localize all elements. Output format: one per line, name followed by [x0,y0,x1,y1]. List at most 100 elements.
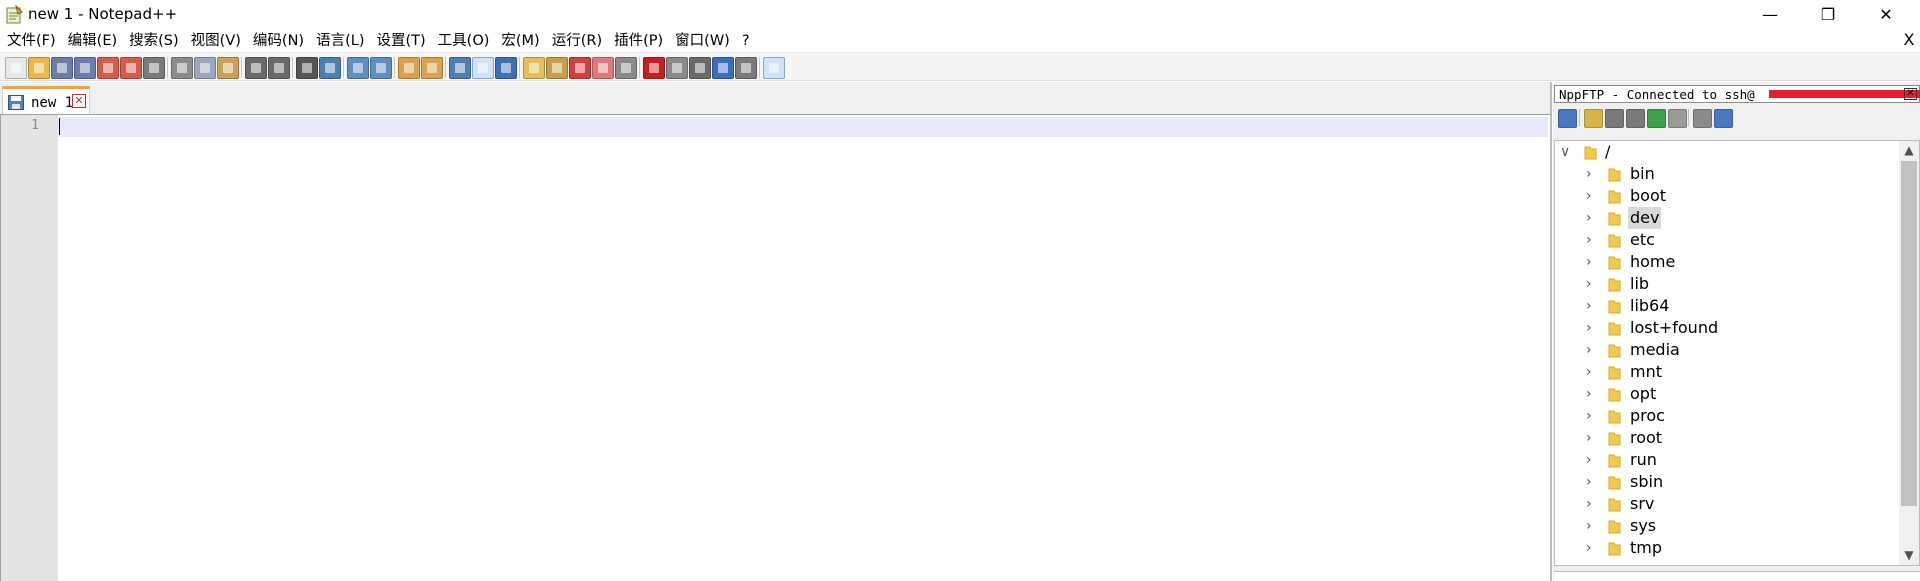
collapse-chevron-icon[interactable]: › [1586,230,1592,250]
collapse-chevron-icon[interactable]: › [1586,516,1592,536]
scroll-up-arrow-icon[interactable]: ▲ [1900,141,1918,160]
menu-file[interactable]: 文件(F) [0,30,61,52]
scroll-down-arrow-icon[interactable]: ▼ [1900,546,1918,565]
save-all-button[interactable] [74,57,96,79]
tree-item[interactable]: › tmp [1555,537,1901,559]
menu-search[interactable]: 搜索(S) [122,30,184,52]
menu-macro[interactable]: 宏(M) [494,30,544,52]
tree-item[interactable]: › srv [1555,493,1901,515]
tree-item[interactable]: › run [1555,449,1901,471]
open-file-button[interactable] [28,57,50,79]
maximize-button[interactable]: ❐ [1805,0,1851,29]
sync-horizontal-button[interactable] [421,57,443,79]
tree-item[interactable]: › sbin [1555,471,1901,493]
show-all-chars-button[interactable] [472,57,494,79]
replace-button[interactable] [319,57,341,79]
close-all-button[interactable] [120,57,142,79]
menu-plugins[interactable]: 插件(P) [607,30,668,52]
message-window-icon[interactable] [1714,109,1733,128]
tree-item[interactable]: › opt [1555,383,1901,405]
tree-item[interactable]: › etc [1555,229,1901,251]
close-button[interactable] [97,57,119,79]
tree-item[interactable]: › boot [1555,185,1901,207]
menu-language[interactable]: 语言(L) [309,30,369,52]
collapse-chevron-icon[interactable]: › [1586,406,1592,426]
collapse-chevron-icon[interactable]: › [1586,208,1592,228]
zoom-in-button[interactable] [347,57,369,79]
abort-icon[interactable] [1668,109,1687,128]
collapse-chevron-icon[interactable]: › [1586,494,1592,514]
menu-view[interactable]: 视图(V) [184,30,246,52]
collapse-chevron-icon[interactable]: › [1586,274,1592,294]
folder-workspace-button[interactable] [592,57,614,79]
sync-vertical-button[interactable] [398,57,420,79]
nppftp-button[interactable] [763,57,785,79]
undo-button[interactable] [245,57,267,79]
paste-button[interactable] [217,57,239,79]
scroll-thumb[interactable] [1901,161,1917,506]
panel-splitter[interactable] [1550,82,1552,581]
record-macro-button[interactable] [643,57,665,79]
expand-chevron-icon[interactable]: ∨ [1560,142,1570,162]
open-directory-icon[interactable] [1584,109,1603,128]
connect-icon[interactable] [1558,109,1577,128]
play-macro-button[interactable] [689,57,711,79]
function-list-button[interactable] [569,57,591,79]
print-button[interactable] [143,57,165,79]
save-button[interactable] [51,57,73,79]
collapse-chevron-icon[interactable]: › [1586,384,1592,404]
copy-button[interactable] [194,57,216,79]
cut-button[interactable] [171,57,193,79]
save-macro-button[interactable] [735,57,757,79]
close-document-button[interactable]: X [1900,29,1918,51]
tree-item[interactable]: › sys [1555,515,1901,537]
zoom-out-button[interactable] [370,57,392,79]
menu-window[interactable]: 窗口(W) [668,30,735,52]
tree-item[interactable]: › home [1555,251,1901,273]
download-icon[interactable] [1605,109,1624,128]
tree-item[interactable]: › media [1555,339,1901,361]
menu-settings[interactable]: 设置(T) [369,30,430,52]
new-file-button[interactable] [5,57,27,79]
remote-directory-tree[interactable]: ∨ / › bin › boot › dev › etc › home › lib › lib64 › lost+… [1554,140,1920,566]
refresh-icon[interactable] [1647,109,1666,128]
text-editor[interactable] [0,114,1550,581]
close-window-button[interactable]: ✕ [1863,0,1909,29]
monitoring-button[interactable] [615,57,637,79]
upload-icon[interactable] [1626,109,1645,128]
menu-run[interactable]: 运行(R) [545,30,607,52]
tree-item[interactable]: › proc [1555,405,1901,427]
settings-icon[interactable] [1693,109,1712,128]
collapse-chevron-icon[interactable]: › [1586,362,1592,382]
tree-item[interactable]: › dev [1555,207,1901,229]
tree-root-row[interactable]: ∨ / [1555,141,1901,163]
menu-tools[interactable]: 工具(O) [431,30,495,52]
tree-item[interactable]: › lib [1555,273,1901,295]
collapse-chevron-icon[interactable]: › [1586,450,1592,470]
redo-button[interactable] [268,57,290,79]
tab-close-icon[interactable]: ✕ [72,94,86,108]
tree-item[interactable]: › mnt [1555,361,1901,383]
language-button[interactable] [523,57,545,79]
tab-new-1[interactable]: new 1 ✕ [2,86,90,114]
tree-item[interactable]: › bin [1555,163,1901,185]
indent-guide-button[interactable] [495,57,517,79]
collapse-chevron-icon[interactable]: › [1586,472,1592,492]
collapse-chevron-icon[interactable]: › [1586,252,1592,272]
word-wrap-button[interactable] [449,57,471,79]
stop-record-button[interactable] [666,57,688,79]
tree-item[interactable]: › root [1555,427,1901,449]
menu-encoding[interactable]: 编码(N) [246,30,309,52]
collapse-chevron-icon[interactable]: › [1586,164,1592,184]
run-macro-multiple-button[interactable] [712,57,734,79]
collapse-chevron-icon[interactable]: › [1586,428,1592,448]
tree-item[interactable]: › lib64 [1555,295,1901,317]
collapse-chevron-icon[interactable]: › [1586,186,1592,206]
find-button[interactable] [296,57,318,79]
minimize-button[interactable]: — [1747,0,1793,29]
menu-help[interactable]: ? [735,30,755,52]
collapse-chevron-icon[interactable]: › [1586,296,1592,316]
doc-map-button[interactable] [546,57,568,79]
collapse-chevron-icon[interactable]: › [1586,538,1592,558]
panel-close-icon[interactable]: ✕ [1904,88,1917,100]
